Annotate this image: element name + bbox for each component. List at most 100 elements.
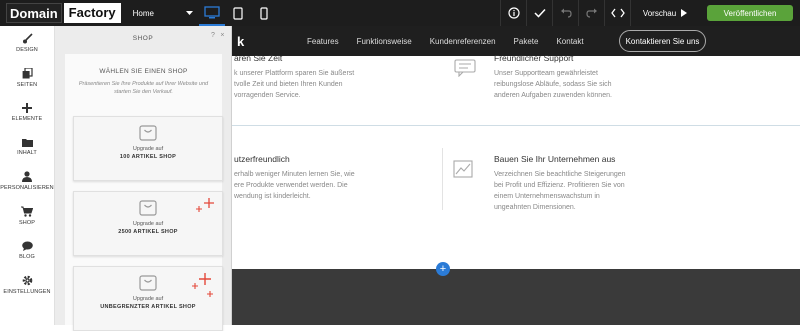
- folder-icon: [21, 138, 33, 147]
- publish-button[interactable]: Veröffentlichen: [707, 5, 793, 21]
- feature-title: Freundlicher Support: [494, 53, 574, 63]
- shopping-bag-icon: [139, 125, 157, 141]
- feature-text-line: anderen Aufgaben zuwenden können.: [494, 92, 612, 99]
- feature-text-line: ungeahnten Dimensionen.: [494, 204, 576, 211]
- shop-plan-card-unlimited[interactable]: Upgrade auf UNBEGRENZTER ARTIKEL SHOP: [73, 266, 223, 331]
- sparkle-icon: [192, 273, 213, 297]
- website-canvas[interactable]: k Features Funktionsweise Kundenreferenz…: [232, 26, 800, 325]
- sidebar-item-label: DESIGN: [16, 47, 38, 54]
- left-sidebar: DESIGN SEITEN ELEMENTE INHALT PERSONALIS…: [0, 26, 55, 325]
- shop-chooser: WÄHLEN SIE EINEN SHOP Präsentieren Sie I…: [65, 54, 223, 331]
- sidebar-item-pages[interactable]: SEITEN: [0, 61, 54, 96]
- close-button[interactable]: ×: [220, 32, 225, 39]
- page-select-value: Home: [132, 8, 154, 18]
- feature-save-time: aren Sie Zeit k unserer Plattform sparen…: [234, 53, 424, 101]
- desktop-icon: [203, 5, 220, 18]
- redo-icon: [585, 8, 597, 18]
- sidebar-item-label: INHALT: [17, 149, 37, 156]
- sidebar-item-personalize[interactable]: PERSONALISIEREN: [0, 164, 54, 199]
- panel-title: SHOP: [132, 34, 154, 42]
- code-icon: [610, 8, 625, 18]
- nav-link-how-it-works[interactable]: Funktionsweise: [357, 37, 412, 46]
- chat-bubble-icon: [454, 59, 476, 77]
- top-toolbar: Domain Factory Home Vorschau Veröffentli…: [0, 0, 800, 26]
- brush-icon: [22, 33, 33, 44]
- mobile-view-button[interactable]: [251, 0, 277, 26]
- feature-title: Bauen Sie Ihr Unternehmen aus: [494, 154, 616, 164]
- feature-support: Freundlicher Support Unser Supportteam g…: [494, 53, 694, 101]
- plus-icon: [22, 102, 32, 113]
- tablet-view-button[interactable]: [225, 0, 251, 26]
- nav-link-features[interactable]: Features: [307, 37, 339, 46]
- preview-label: Vorschau: [642, 8, 677, 18]
- feature-title: utzerfreundlich: [234, 154, 290, 164]
- feature-text-line: erhalb weniger Minuten lernen Sie, wie: [234, 171, 355, 178]
- nav-link-contact[interactable]: Kontakt: [556, 37, 583, 46]
- shop-chooser-heading: WÄHLEN SIE EINEN SHOP: [99, 68, 188, 75]
- sidebar-item-label: SHOP: [19, 219, 35, 226]
- pages-icon: [22, 67, 33, 79]
- sidebar-item-content[interactable]: INHALT: [0, 130, 54, 165]
- feature-title: aren Sie Zeit: [234, 53, 283, 63]
- card-plan-name: 2500 ARTIKEL SHOP: [118, 229, 178, 235]
- person-icon: [22, 171, 32, 183]
- cart-icon: [21, 206, 33, 217]
- shopping-bag-icon: [139, 275, 157, 291]
- check-button[interactable]: [526, 0, 552, 26]
- feature-text-line: ere Produkte verwendet werden. Die: [234, 182, 348, 189]
- card-upgrade-label: Upgrade auf: [132, 296, 164, 302]
- sidebar-item-label: PERSONALISIEREN: [0, 185, 54, 192]
- sidebar-item-shop[interactable]: SHOP: [0, 198, 54, 233]
- page-select[interactable]: Home: [127, 0, 199, 26]
- site-navbar: k Features Funktionsweise Kundenreferenz…: [232, 26, 800, 56]
- feature-text-line: tvolle Zeit und bieten Ihren Kunden: [234, 81, 343, 88]
- shop-plan-card-100[interactable]: Upgrade auf 100 ARTIKEL SHOP: [73, 116, 223, 181]
- section-divider: [232, 125, 800, 126]
- tablet-icon: [233, 6, 243, 20]
- site-footer: [232, 269, 800, 325]
- card-upgrade-label: Upgrade auf: [132, 146, 164, 152]
- nav-link-testimonials[interactable]: Kundenreferenzen: [430, 37, 496, 46]
- info-button[interactable]: [500, 0, 526, 26]
- panel-header: SHOP ? ×: [55, 26, 231, 50]
- mobile-icon: [260, 6, 268, 20]
- feature-text-line: Unser Supportteam gewährleistet: [494, 70, 598, 77]
- feature-text-line: vorragenden Service.: [234, 92, 301, 99]
- add-section-button[interactable]: +: [436, 262, 450, 276]
- card-upgrade-label: Upgrade auf: [132, 221, 164, 227]
- logo-part1: Domain: [6, 3, 62, 23]
- shopping-bag-icon: [139, 200, 157, 216]
- check-icon: [533, 8, 546, 18]
- chat-icon: [21, 241, 33, 251]
- nav-link-packages[interactable]: Pakete: [514, 37, 539, 46]
- feature-text-line: bei Profit und Effizienz. Profitieren Si…: [494, 182, 625, 189]
- card-plan-name: UNBEGRENZTER ARTIKEL SHOP: [100, 304, 196, 310]
- sidebar-item-settings[interactable]: EINSTELLUNGEN: [0, 268, 54, 303]
- help-button[interactable]: ?: [211, 32, 215, 39]
- sidebar-item-label: EINSTELLUNGEN: [3, 288, 51, 295]
- shop-plan-card-2500[interactable]: Upgrade auf 2500 ARTIKEL SHOP: [73, 191, 223, 256]
- info-icon: [507, 7, 520, 19]
- card-plan-name: 100 ARTIKEL SHOP: [119, 154, 177, 160]
- caret-down-icon: [185, 10, 193, 15]
- desktop-view-button[interactable]: [198, 0, 225, 26]
- undo-button[interactable]: [552, 0, 578, 26]
- column-divider: [442, 148, 443, 210]
- sidebar-item-label: BLOG: [19, 253, 35, 260]
- sidebar-item-blog[interactable]: BLOG: [0, 233, 54, 268]
- contact-cta-button[interactable]: Kontaktieren Sie uns: [619, 30, 706, 52]
- site-brand: k: [237, 33, 245, 49]
- sidebar-item-design[interactable]: DESIGN: [0, 26, 54, 61]
- sparkle-icon: [196, 198, 214, 212]
- undo-icon: [560, 8, 572, 18]
- feature-text-line: Verzeichnen Sie beachtliche Steigerungen: [494, 171, 626, 178]
- site-nav-links: Features Funktionsweise Kundenreferenzen…: [307, 37, 602, 46]
- preview-button[interactable]: Vorschau: [630, 0, 700, 26]
- sidebar-item-label: SEITEN: [16, 81, 38, 88]
- sidebar-item-elements[interactable]: ELEMENTE: [0, 95, 54, 130]
- brand-logo: Domain Factory: [6, 3, 121, 23]
- feature-text-line: k unserer Plattform sparen Sie äußerst: [234, 70, 355, 77]
- redo-button[interactable]: [578, 0, 604, 26]
- code-button[interactable]: [604, 0, 630, 26]
- shop-chooser-description: Präsentieren Sie Ihre Produkte auf Ihrer…: [78, 81, 209, 95]
